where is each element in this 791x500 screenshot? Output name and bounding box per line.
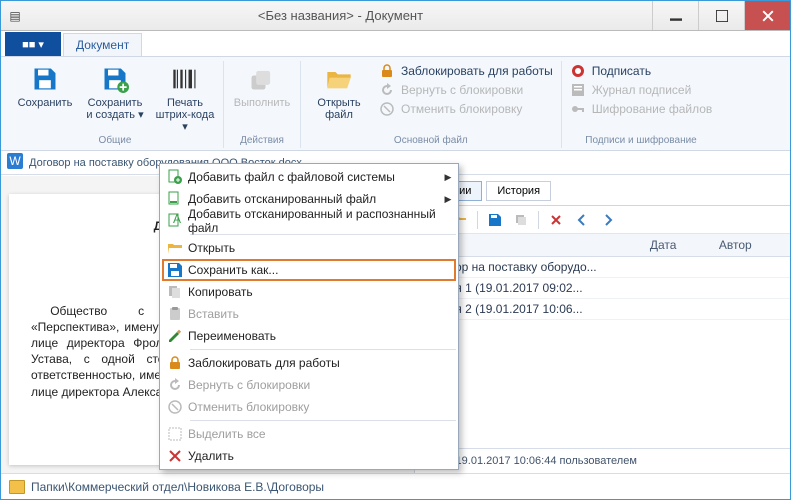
encrypt-files-button: Шифрование файлов: [570, 101, 713, 117]
menu-select-all: Выделить все: [162, 423, 456, 445]
tool-save-icon[interactable]: [484, 210, 506, 230]
lock-for-work-button[interactable]: Заблокировать для работы: [379, 63, 553, 79]
breadcrumb-path: Папки\Коммерческий отдел\Новикова Е.В.\Д…: [31, 480, 324, 494]
save-button[interactable]: Сохранить: [15, 61, 75, 133]
tool-delete-icon[interactable]: [545, 210, 567, 230]
title-bar: ▤ <Без названия> - Документ: [1, 1, 790, 31]
group-label-mainfile: Основной файл: [309, 133, 553, 146]
right-pane: Версии История Имя Дата Автор Договор: [415, 176, 790, 473]
floppy-icon: [29, 63, 61, 95]
maximize-button[interactable]: [698, 1, 744, 30]
return-lock-icon: [162, 377, 188, 393]
group-label-actions: Действия: [232, 133, 292, 146]
menu-save-as[interactable]: Сохранить как...: [162, 259, 456, 281]
tab-history[interactable]: История: [486, 181, 551, 201]
copy-icon: [162, 284, 188, 300]
folder-open-icon: [323, 63, 355, 95]
barcode-icon: [169, 63, 201, 95]
right-status: ...ена 19.01.2017 10:06:44 пользователем: [415, 448, 790, 473]
menu-add-file-fs[interactable]: Добавить файл с файловой системы ▶: [162, 166, 456, 188]
right-toolbar: [415, 206, 790, 234]
delete-icon: [162, 448, 188, 464]
journal-icon: [570, 82, 586, 98]
add-file-icon: [162, 169, 188, 185]
app-menu-tab[interactable]: ■■ ▾: [5, 32, 61, 56]
menu-return-from-lock: Вернуть с блокировки: [162, 374, 456, 396]
right-tabs: Версии История: [415, 176, 790, 206]
window-title: <Без названия> - Документ: [29, 8, 652, 23]
submenu-arrow-icon: ▶: [440, 172, 456, 183]
add-scan-ocr-icon: A: [162, 213, 188, 229]
menu-lock-for-work[interactable]: Заблокировать для работы: [162, 352, 456, 374]
open-file-button[interactable]: Открыть файл: [309, 61, 369, 133]
menu-paste: Вставить: [162, 303, 456, 325]
word-doc-icon: W: [7, 153, 23, 172]
cancel-icon: [379, 101, 395, 117]
folder-icon: [9, 480, 25, 494]
execute-button: Выполнить: [232, 61, 292, 133]
col-author[interactable]: Автор: [711, 234, 790, 257]
app-icon: ▤: [1, 9, 29, 23]
table-row[interactable]: Договор на поставку оборудо...: [415, 257, 790, 278]
add-scan-icon: [162, 191, 188, 207]
return-from-lock-button: Вернуть с блокировки: [379, 82, 553, 98]
stack-icon: [246, 63, 278, 95]
save-and-create-button[interactable]: Сохранить и создать ▾: [85, 61, 145, 133]
col-date[interactable]: Дата: [642, 234, 711, 257]
submenu-arrow-icon: ▶: [440, 194, 456, 205]
pencil-icon: [162, 328, 188, 344]
table-row[interactable]: версия 2 (19.01.2017 10:06...: [415, 299, 790, 320]
menu-open[interactable]: Открыть: [162, 237, 456, 259]
lock-icon: [162, 355, 188, 371]
status-bar: Папки\Коммерческий отдел\Новикова Е.В.\Д…: [1, 473, 790, 499]
print-barcode-button[interactable]: Печать штрих-кода ▾: [155, 61, 215, 133]
stamp-icon: [570, 63, 586, 79]
minimize-button[interactable]: [652, 1, 698, 30]
select-all-icon: [162, 426, 188, 442]
close-button[interactable]: [744, 1, 790, 30]
cancel-lock-icon: [162, 399, 188, 415]
menu-cancel-lock: Отменить блокировку: [162, 396, 456, 418]
open-icon: [162, 240, 188, 256]
svg-text:A: A: [173, 213, 181, 226]
tool-copy-icon[interactable]: [510, 210, 532, 230]
floppy-icon: [162, 262, 188, 278]
context-menu: Добавить файл с файловой системы ▶ Добав…: [159, 163, 459, 470]
paste-icon: [162, 306, 188, 322]
group-label-sign: Подписи и шифрование: [570, 133, 713, 146]
tool-prev-icon[interactable]: [571, 210, 593, 230]
sign-button[interactable]: Подписать: [570, 63, 713, 79]
return-icon: [379, 82, 395, 98]
floppy-plus-icon: [99, 63, 131, 95]
sign-journal-button: Журнал подписей: [570, 82, 713, 98]
table-row[interactable]: версия 1 (19.01.2017 09:02...: [415, 278, 790, 299]
versions-grid[interactable]: Имя Дата Автор Договор на поставку обору…: [415, 234, 790, 448]
menu-add-scanned-ocr[interactable]: A Добавить отсканированный и распознанны…: [162, 210, 456, 232]
tab-document[interactable]: Документ: [63, 33, 142, 56]
cancel-lock-button: Отменить блокировку: [379, 101, 553, 117]
tool-next-icon[interactable]: [597, 210, 619, 230]
lock-icon: [379, 63, 395, 79]
svg-text:W: W: [9, 154, 21, 168]
ribbon: Сохранить Сохранить и создать ▾ Печать ш…: [1, 57, 790, 151]
menu-copy[interactable]: Копировать: [162, 281, 456, 303]
group-label-common: Общие: [15, 133, 215, 146]
menu-rename[interactable]: Переименовать: [162, 325, 456, 347]
key-icon: [570, 101, 586, 117]
ribbon-tab-row: ■■ ▾ Документ: [1, 31, 790, 57]
menu-delete[interactable]: Удалить: [162, 445, 456, 467]
